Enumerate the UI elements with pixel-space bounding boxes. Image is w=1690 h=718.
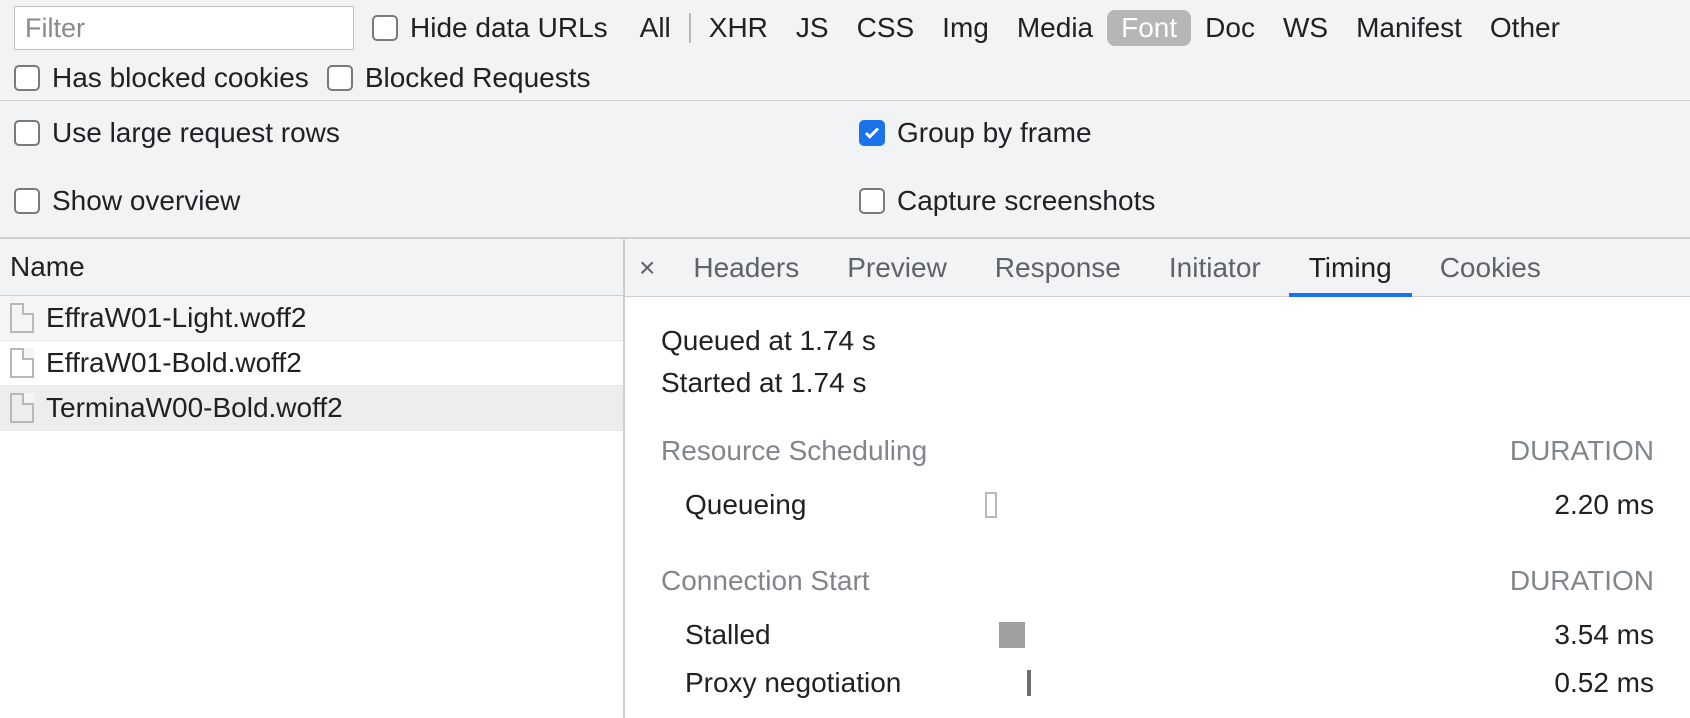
timing-bar-zone xyxy=(985,670,1494,696)
type-filter-all[interactable]: All xyxy=(626,10,685,46)
request-name: TerminaW00-Bold.woff2 xyxy=(46,392,343,424)
started-at-line: Started at 1.74 s xyxy=(661,367,1654,399)
type-filter-separator xyxy=(689,13,691,43)
timing-section: Connection Start DURATION Stalled 3.54 ms Pr… xyxy=(661,565,1654,707)
type-filter-media[interactable]: Media xyxy=(1003,10,1107,46)
checkbox-icon xyxy=(327,65,353,91)
toolbar-row-filters: Hide data URLs All XHRJSCSSImgMediaFontDo… xyxy=(0,0,1690,56)
checkbox-icon xyxy=(372,15,398,41)
tab-cookies[interactable]: Cookies xyxy=(1416,240,1565,296)
timing-bar xyxy=(1027,670,1031,696)
use-large-rows-label: Use large request rows xyxy=(52,117,340,149)
tab-initiator[interactable]: Initiator xyxy=(1145,240,1285,296)
timing-panel: Queued at 1.74 s Started at 1.74 s Resou… xyxy=(625,297,1690,718)
filter-input[interactable] xyxy=(14,6,354,50)
main-split: Name EffraW01-Light.woff2 EffraW01-Bold.w… xyxy=(0,238,1690,718)
request-row[interactable]: TerminaW00-Bold.woff2 xyxy=(0,386,623,431)
timing-row-value: 2.20 ms xyxy=(1494,489,1654,521)
type-filter-img[interactable]: Img xyxy=(928,10,1003,46)
type-filter-bar: All XHRJSCSSImgMediaFontDocWSManifestOthe… xyxy=(626,10,1574,46)
type-filter-other[interactable]: Other xyxy=(1476,10,1574,46)
blocked-requests-label: Blocked Requests xyxy=(365,62,591,94)
request-row[interactable]: EffraW01-Bold.woff2 xyxy=(0,341,623,386)
toolbar-options-grid: Use large request rows Group by frame Sh… xyxy=(0,100,1690,237)
timing-bar xyxy=(999,622,1025,648)
timing-row-label: Queueing xyxy=(685,489,985,521)
network-toolbar: Hide data URLs All XHRJSCSSImgMediaFontDo… xyxy=(0,0,1690,238)
request-name: EffraW01-Light.woff2 xyxy=(46,302,306,334)
timing-section-header: Resource Scheduling DURATION xyxy=(661,435,1654,467)
file-icon xyxy=(10,393,34,423)
timing-row-label: Proxy negotiation xyxy=(685,667,985,699)
detail-tab-bar: × HeadersPreviewResponseInitiatorTimingC… xyxy=(625,239,1690,297)
timing-bar-zone xyxy=(985,622,1494,648)
file-icon xyxy=(10,348,34,378)
timing-bar xyxy=(985,492,997,518)
hide-data-urls-label: Hide data URLs xyxy=(410,12,608,44)
timing-row-value: 0.52 ms xyxy=(1494,667,1654,699)
name-column-header: Name xyxy=(10,251,85,282)
close-icon[interactable]: × xyxy=(635,248,669,288)
hide-data-urls-checkbox[interactable]: Hide data URLs xyxy=(372,12,608,44)
timing-row: Stalled 3.54 ms xyxy=(661,611,1654,659)
request-row[interactable]: EffraW01-Light.woff2 xyxy=(0,296,623,341)
timing-row-value: 3.54 ms xyxy=(1494,619,1654,651)
checkbox-icon xyxy=(14,188,40,214)
type-filter-xhr[interactable]: XHR xyxy=(695,10,782,46)
type-filter-css[interactable]: CSS xyxy=(843,10,929,46)
request-list-panel: Name EffraW01-Light.woff2 EffraW01-Bold.w… xyxy=(0,239,625,718)
type-filter-font[interactable]: Font xyxy=(1107,10,1191,46)
group-by-frame-checkbox[interactable]: Group by frame xyxy=(859,117,1092,149)
show-overview-checkbox[interactable]: Show overview xyxy=(14,185,240,217)
queued-at-line: Queued at 1.74 s xyxy=(661,325,1654,357)
tab-preview[interactable]: Preview xyxy=(823,240,971,296)
tab-response[interactable]: Response xyxy=(971,240,1145,296)
request-list-header[interactable]: Name xyxy=(0,239,623,296)
timing-row: Proxy negotiation 0.52 ms xyxy=(661,659,1654,707)
show-overview-label: Show overview xyxy=(52,185,240,217)
timing-row-label: Stalled xyxy=(685,619,985,651)
request-name: EffraW01-Bold.woff2 xyxy=(46,347,302,379)
timing-section: Resource Scheduling DURATION Queueing 2.20 … xyxy=(661,435,1654,529)
timing-section-title: Connection Start xyxy=(661,565,870,597)
request-detail-panel: × HeadersPreviewResponseInitiatorTimingC… xyxy=(625,239,1690,718)
tab-timing[interactable]: Timing xyxy=(1285,240,1416,296)
request-list: EffraW01-Light.woff2 EffraW01-Bold.woff2 T… xyxy=(0,296,623,718)
type-filter-ws[interactable]: WS xyxy=(1269,10,1342,46)
has-blocked-cookies-label: Has blocked cookies xyxy=(52,62,309,94)
type-filter-doc[interactable]: Doc xyxy=(1191,10,1269,46)
capture-screenshots-label: Capture screenshots xyxy=(897,185,1155,217)
checkbox-icon xyxy=(859,188,885,214)
toolbar-row-blocked: Has blocked cookies Blocked Requests xyxy=(0,56,1690,100)
checkbox-icon xyxy=(14,120,40,146)
tab-headers[interactable]: Headers xyxy=(669,240,823,296)
timing-section-title: Resource Scheduling xyxy=(661,435,927,467)
duration-header: DURATION xyxy=(1510,565,1654,597)
blocked-requests-checkbox[interactable]: Blocked Requests xyxy=(327,62,591,94)
timing-row: Queueing 2.20 ms xyxy=(661,481,1654,529)
capture-screenshots-checkbox[interactable]: Capture screenshots xyxy=(859,185,1155,217)
checkbox-icon xyxy=(14,65,40,91)
type-filter-manifest[interactable]: Manifest xyxy=(1342,10,1476,46)
file-icon xyxy=(10,303,34,333)
timing-bar-zone xyxy=(985,492,1494,518)
use-large-rows-checkbox[interactable]: Use large request rows xyxy=(14,117,340,149)
duration-header: DURATION xyxy=(1510,435,1654,467)
timing-section-header: Connection Start DURATION xyxy=(661,565,1654,597)
group-by-frame-label: Group by frame xyxy=(897,117,1092,149)
checkbox-icon xyxy=(859,120,885,146)
type-filter-js[interactable]: JS xyxy=(782,10,843,46)
has-blocked-cookies-checkbox[interactable]: Has blocked cookies xyxy=(14,62,309,94)
